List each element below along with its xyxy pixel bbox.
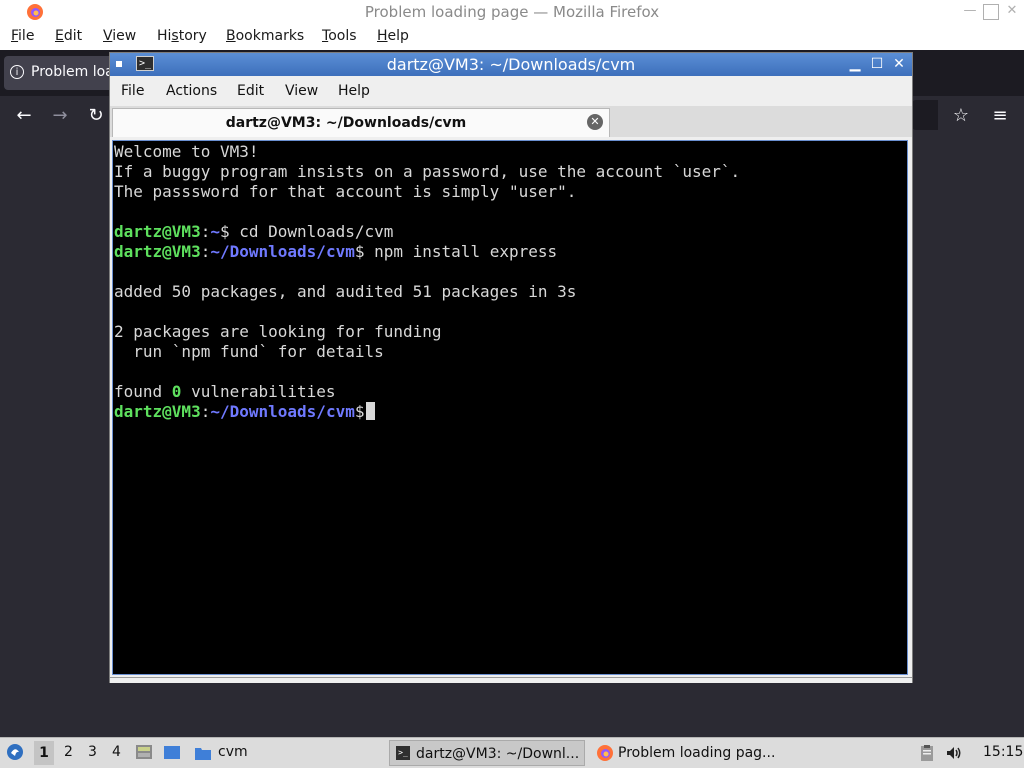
prompt-command: $ npm install express [354, 242, 558, 261]
terminal-menu-view[interactable]: View [285, 83, 318, 99]
menu-view[interactable]: View [103, 28, 136, 44]
hamburger-menu-icon[interactable]: ≡ [988, 104, 1012, 128]
terminal-menubar: File Actions Edit View Help [110, 76, 912, 106]
info-icon: i [10, 65, 24, 79]
folder-cvm-label[interactable]: cvm [218, 744, 248, 760]
workspace-4[interactable]: 4 [112, 744, 121, 760]
terminal-output[interactable]: Welcome to VM3! If a buggy program insis… [112, 140, 908, 675]
terminal-prompt-line: dartz@VM3:~/Downloads/cvm$ npm install e… [114, 242, 558, 261]
close-tab-icon[interactable]: ✕ [587, 114, 603, 130]
terminal-cursor [366, 402, 376, 420]
prompt-path: ~/Downloads/cvm [210, 242, 355, 261]
terminal-prompt-line: dartz@VM3:~$ cd Downloads/cvm [114, 222, 394, 241]
menu-history[interactable]: History [157, 28, 207, 44]
taskbar-window-firefox-label: Problem loading pag... [618, 745, 776, 761]
terminal-line: The passsword for that account is simply… [114, 182, 577, 201]
workspace-3[interactable]: 3 [88, 744, 97, 760]
prompt-path: ~ [210, 222, 220, 241]
close-icon[interactable]: ✕ [890, 55, 908, 73]
clock[interactable]: 15:15 [983, 744, 1023, 760]
firefox-urlbar[interactable] [912, 100, 938, 130]
prompt-path: ~/Downloads/cvm [210, 402, 355, 421]
prompt-command: $ cd Downloads/cvm [219, 222, 394, 241]
prompt-user: dartz@VM3 [114, 222, 201, 241]
forward-arrow-icon[interactable]: → [48, 104, 72, 128]
terminal-line: 2 packages are looking for funding [114, 322, 442, 341]
back-arrow-icon[interactable]: ← [12, 104, 36, 128]
workspace-2[interactable]: 2 [64, 744, 73, 760]
minimize-icon[interactable]: ▁ [846, 55, 864, 73]
terminal-line: run `npm fund` for details [114, 342, 384, 361]
menu-bookmarks[interactable]: Bookmarks [226, 28, 304, 44]
volume-icon[interactable] [945, 744, 963, 762]
prompt-user: dartz@VM3 [114, 242, 201, 261]
bookmark-star-icon[interactable]: ☆ [949, 104, 973, 128]
terminal-tab-label: dartz@VM3: ~/Downloads/cvm [225, 115, 467, 131]
maximize-icon[interactable]: ☐ [868, 55, 886, 73]
firefox-logo-icon [597, 745, 613, 761]
firefox-titlebar: Problem loading page — Mozilla Firefox —… [0, 0, 1024, 24]
terminal-icon: >_ [396, 746, 410, 760]
clipboard-icon[interactable] [918, 744, 936, 762]
menu-file[interactable]: File [11, 28, 34, 44]
firefox-menubar: File Edit View History Bookmarks Tools H… [0, 24, 1024, 50]
terminal-line: added 50 packages, and audited 51 packag… [114, 282, 577, 301]
workspace-1[interactable]: 1 [34, 741, 54, 765]
taskbar-window-terminal-label: dartz@VM3: ~/Downl... [416, 746, 580, 762]
show-desktop-icon[interactable] [163, 744, 181, 762]
menu-tools[interactable]: Tools [322, 28, 357, 44]
terminal-menu-help[interactable]: Help [338, 83, 370, 99]
menu-edit[interactable]: Edit [55, 28, 82, 44]
terminal-tab[interactable]: dartz@VM3: ~/Downloads/cvm ✕ [112, 108, 610, 137]
vulnerability-count: 0 [171, 382, 182, 401]
file-manager-icon[interactable] [135, 743, 153, 761]
terminal-menu-actions[interactable]: Actions [166, 83, 217, 99]
terminal-tabbar: dartz@VM3: ~/Downloads/cvm ✕ [110, 106, 912, 137]
taskbar: 1 2 3 4 cvm >_ dartz@VM3: ~/Downl... Pro… [0, 737, 1024, 768]
terminal-line: found 0 vulnerabilities [114, 382, 907, 402]
terminal-titlebar[interactable]: >_ dartz@VM3: ~/Downloads/cvm ▁ ☐ ✕ [110, 53, 912, 76]
text-vulnerabilities: vulnerabilities [181, 382, 336, 401]
terminal-menu-edit[interactable]: Edit [237, 83, 264, 99]
folder-icon[interactable] [194, 744, 212, 762]
terminal-prompt-line: dartz@VM3:~/Downloads/cvm$ [114, 402, 907, 422]
taskbar-window-firefox[interactable]: Problem loading pag... [592, 740, 792, 766]
terminal-window-title: dartz@VM3: ~/Downloads/cvm [386, 55, 636, 74]
prompt-command: $ [354, 402, 365, 421]
reload-icon[interactable]: ↻ [84, 104, 108, 128]
start-menu-icon[interactable] [6, 743, 24, 761]
close-icon[interactable]: ✕ [1004, 3, 1020, 19]
taskbar-window-terminal[interactable]: >_ dartz@VM3: ~/Downl... [389, 740, 585, 766]
terminal-line: If a buggy program insists on a password… [114, 162, 741, 181]
menu-help[interactable]: Help [377, 28, 409, 44]
terminal-window: >_ dartz@VM3: ~/Downloads/cvm ▁ ☐ ✕ File… [110, 53, 912, 683]
firefox-window-title: Problem loading page — Mozilla Firefox [364, 3, 660, 21]
terminal-line: Welcome to VM3! [114, 142, 259, 161]
maximize-icon[interactable] [983, 4, 999, 20]
text-found: found [114, 382, 172, 401]
terminal-menu-file[interactable]: File [121, 83, 144, 99]
minimize-icon[interactable]: — [962, 3, 978, 19]
prompt-user: dartz@VM3 [114, 402, 201, 421]
terminal-resize-edge[interactable] [110, 677, 912, 683]
